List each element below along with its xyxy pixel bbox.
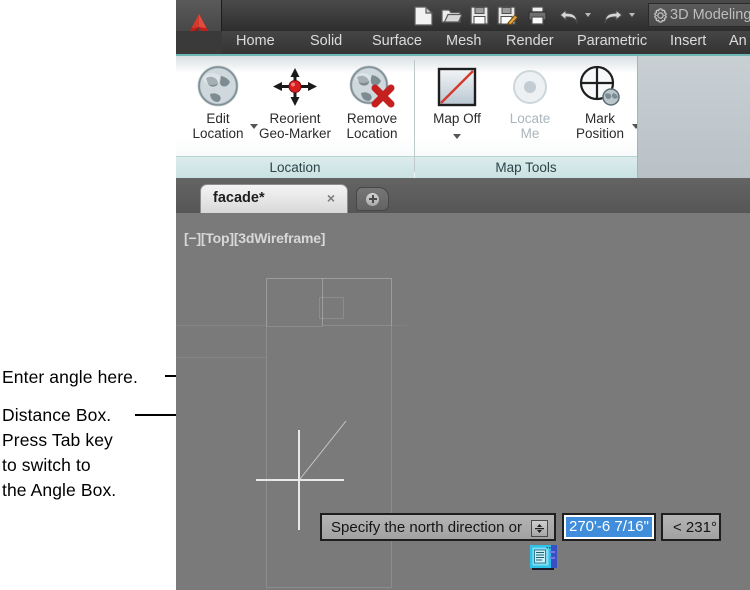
ribbon-panel-map-tools: Map Off Locate Me Mark Position Map Tool… <box>415 56 640 178</box>
ribbon-panel-location: Edit Location Reorient Geo-Marker Remove… <box>176 56 414 178</box>
button-reorient-geo-marker[interactable]: Reorient Geo-Marker <box>257 62 333 141</box>
redo-icon[interactable] <box>601 4 624 27</box>
button-edit-location-label: Edit Location <box>180 111 256 141</box>
document-tab-facade[interactable]: facade* × <box>200 184 348 213</box>
button-reorient-label-2: Geo-Marker <box>258 126 331 141</box>
dynamic-input-distance-value[interactable]: 270'-6 7/16" <box>566 517 652 537</box>
button-edit-location-label-2: Location <box>192 126 244 141</box>
button-locate-me-label: Locate Me <box>492 111 568 141</box>
drawing-canvas[interactable]: [−][Top][3dWireframe] Specify the north … <box>176 213 750 590</box>
annotation-distance-line-3: to switch to <box>2 455 91 475</box>
mark-position-icon-glyph <box>579 65 620 106</box>
new-icon[interactable] <box>412 4 435 27</box>
tab-surface[interactable]: Surface <box>372 33 422 49</box>
document-tab-bar: facade* × <box>176 178 750 213</box>
save-as-icon-glyph <box>497 6 518 25</box>
button-map-off[interactable]: Map Off <box>419 62 495 144</box>
gear-icon <box>654 7 667 23</box>
button-locate-me-label-1: Locate <box>509 111 551 126</box>
document-tab-label: facade* <box>213 190 265 206</box>
map-off-dropdown-icon[interactable] <box>453 134 461 139</box>
button-mark-position[interactable]: Mark Position <box>562 62 640 141</box>
button-remove-label-2: Location <box>346 126 398 141</box>
ribbon-panel-location-title: Location <box>176 156 414 178</box>
button-reorient-label-1: Reorient <box>269 111 321 126</box>
tab-solid[interactable]: Solid <box>310 33 342 49</box>
save-as-icon[interactable] <box>496 4 519 27</box>
dynamic-input-distance-box[interactable]: 270'-6 7/16" <box>562 513 656 541</box>
map-off-icon <box>419 62 495 108</box>
ribbon-panel-map-tools-body: Map Off Locate Me Mark Position <box>415 56 640 156</box>
reorient-marker-icon-glyph <box>273 68 317 106</box>
button-mark-position-label-2: Position <box>575 126 625 141</box>
close-icon[interactable]: × <box>327 190 335 206</box>
mark-position-icon <box>562 62 638 108</box>
button-map-off-label-1: Map Off <box>433 111 481 126</box>
dynamic-input-prompt-text: Specify the north direction or <box>331 518 522 536</box>
globe-remove-icon <box>334 62 410 108</box>
ribbon-empty-area <box>637 56 750 178</box>
autocad-window: 3D Modeling Home Solid Surface Mesh Rend… <box>176 0 750 590</box>
ribbon-panel-location-body: Edit Location Reorient Geo-Marker Remove… <box>176 56 414 156</box>
open-icon[interactable] <box>440 4 463 27</box>
workspace-selector[interactable]: 3D Modeling <box>648 3 750 27</box>
button-locate-me-label-2: Me <box>520 126 540 141</box>
annotation-enter-angle-text: Enter angle here. <box>2 367 138 387</box>
tab-parametric[interactable]: Parametric <box>577 33 647 49</box>
button-remove-location[interactable]: Remove Location <box>334 62 410 141</box>
button-locate-me: Locate Me <box>492 62 568 141</box>
map-off-icon-glyph <box>437 67 477 107</box>
button-mark-position-label: Mark Position <box>562 111 638 141</box>
annotation-enter-angle: Enter angle here. <box>2 365 138 390</box>
prompt-expander-glyph <box>535 524 544 533</box>
button-remove-location-label: Remove Location <box>334 111 410 141</box>
globe-remove-icon-glyph <box>349 65 395 108</box>
undo-icon-glyph <box>558 8 578 24</box>
tab-mesh[interactable]: Mesh <box>446 33 481 49</box>
globe-icon <box>180 62 256 108</box>
annotation-distance-line-2: Press Tab key <box>2 430 113 450</box>
button-map-off-label: Map Off <box>419 111 495 126</box>
locate-me-icon-glyph <box>513 70 547 104</box>
reorient-marker-icon <box>257 62 333 108</box>
prompt-expander-icon[interactable] <box>531 520 548 537</box>
save-icon[interactable] <box>468 4 491 27</box>
button-mark-position-label-1: Mark <box>585 111 615 126</box>
annotation-distance-line-1: Distance Box. <box>2 405 112 425</box>
globe-icon-glyph <box>197 65 239 107</box>
save-icon-glyph <box>470 6 489 25</box>
ribbon-panel-map-tools-title: Map Tools <box>415 156 637 178</box>
open-icon-glyph <box>441 8 462 23</box>
new-document-tab-button[interactable] <box>356 187 389 211</box>
ribbon-tab-bar: Home Solid Surface Mesh Render Parametri… <box>176 31 750 55</box>
tab-annotate[interactable]: An <box>729 33 747 49</box>
print-icon[interactable] <box>526 4 549 27</box>
tab-render[interactable]: Render <box>506 33 554 49</box>
dynamic-input-prompt[interactable]: Specify the north direction or <box>320 513 556 541</box>
undo-dropdown-icon[interactable] <box>585 13 591 17</box>
new-tab-plus-icon <box>366 192 379 206</box>
quick-access-toolbar: 3D Modeling <box>176 0 750 55</box>
undo-icon[interactable] <box>557 4 580 27</box>
redo-dropdown-icon[interactable] <box>629 13 635 17</box>
tab-home[interactable]: Home <box>236 33 275 49</box>
annotation-distance-line-4: the Angle Box. <box>2 480 117 500</box>
button-remove-label-1: Remove <box>346 111 398 126</box>
workspace-value: 3D Modeling <box>670 7 750 23</box>
button-edit-location-label-1: Edit <box>206 111 230 126</box>
button-edit-location[interactable]: Edit Location <box>180 62 258 141</box>
new-icon-glyph <box>414 5 433 26</box>
print-icon-glyph <box>528 6 547 25</box>
button-reorient-geo-marker-label: Reorient Geo-Marker <box>257 111 333 141</box>
dynamic-input-angle-box[interactable]: < 231° <box>661 513 721 541</box>
tab-insert[interactable]: Insert <box>670 33 706 49</box>
locate-me-icon <box>492 62 568 108</box>
dynamic-input-angle-value: < 231° <box>673 518 717 536</box>
redo-icon-glyph <box>603 8 623 24</box>
annotation-distance-box: Distance Box. Press Tab key to switch to… <box>2 403 116 503</box>
